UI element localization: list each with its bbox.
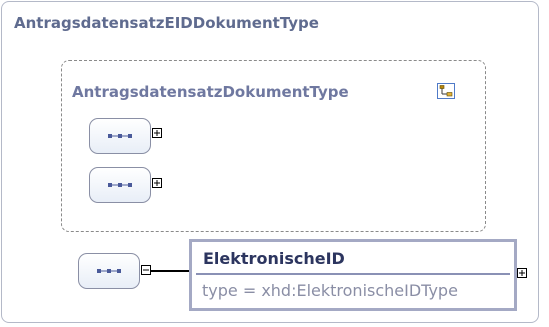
sequence-box[interactable] [89,167,151,203]
sequence-box[interactable] [89,118,151,154]
expand-toggle[interactable] [517,268,527,278]
element-divider [196,273,510,275]
plus-icon [519,270,525,276]
connector-line [151,270,189,272]
sequence-icon [108,183,132,187]
type-hierarchy-icon[interactable] [437,83,455,99]
plus-icon [154,130,160,136]
element-type: type = xhd:ElektronischeIDType [202,281,458,300]
plus-icon [154,180,160,186]
collapse-toggle[interactable] [141,265,151,275]
sequence-box[interactable] [78,253,140,289]
complex-type-title: AntragsdatensatzEIDDokumentType [14,14,319,32]
complex-type-container: AntragsdatensatzEIDDokumentType Antragsd… [1,1,539,323]
base-type-title: AntragsdatensatzDokumentType [72,83,349,101]
expand-toggle[interactable] [152,178,162,188]
element-name: ElektronischeID [203,249,345,268]
element-box[interactable]: ElektronischeID type = xhd:Elektronische… [189,239,517,311]
expand-toggle[interactable] [152,128,162,138]
minus-icon [143,269,149,271]
sequence-icon [108,134,132,138]
sequence-icon [97,269,121,273]
